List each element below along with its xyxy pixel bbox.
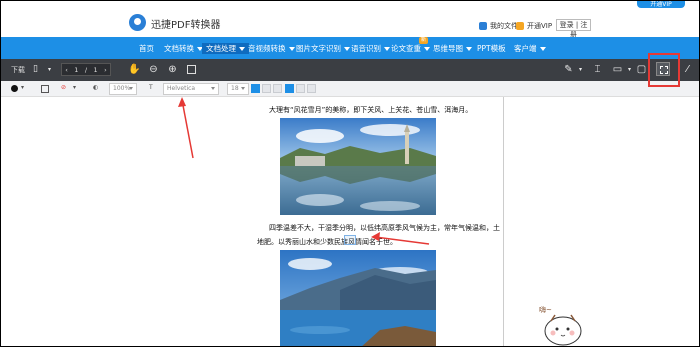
prev-page-icon[interactable]: ‹ <box>65 66 68 74</box>
align-left-button[interactable] <box>251 84 260 93</box>
font-size-value: 18 <box>231 85 239 92</box>
nav-item-speech[interactable]: 语音识别 <box>351 43 390 54</box>
nav-label: 客户端 <box>514 44 537 53</box>
zoom-out-icon[interactable]: ⊖ <box>147 63 160 76</box>
vip-corner-button[interactable]: 开通VIP <box>637 1 685 8</box>
align-center-button[interactable] <box>262 84 271 93</box>
page-current[interactable]: 1 <box>74 66 78 74</box>
font-family-select[interactable]: Helvetica <box>163 83 219 95</box>
chevron-down-icon <box>288 47 295 51</box>
nav-label: 首页 <box>139 44 154 53</box>
download-button[interactable]: 下载 <box>11 64 25 76</box>
font-family-value: Helvetica <box>167 85 196 92</box>
zoom-value: 100% <box>113 85 131 92</box>
chevron-down-icon <box>384 47 390 51</box>
chevron-down-icon <box>129 87 133 90</box>
zoom-select[interactable]: 100% <box>109 83 137 95</box>
chevron-down-icon <box>239 47 245 51</box>
sidebar-toggle-icon[interactable]: ▯ <box>29 63 42 76</box>
nav-item-av-convert[interactable]: 音视频转换 <box>248 43 295 54</box>
nav-label: 文档处理 <box>206 44 236 53</box>
text-selection-box[interactable] <box>344 235 356 245</box>
nav-item-client[interactable]: 客户端 <box>514 43 546 54</box>
photo-lake-island-image <box>280 250 436 346</box>
main-nav: 首页 文档转换 文档处理 音视频转换 图片文字识别 语音识别 论文查重 思维导图… <box>1 37 699 59</box>
login-register-button[interactable]: 登录 | 注册 <box>556 19 591 39</box>
vip-label: 开通VIP <box>527 22 553 30</box>
comment-icon[interactable]: ▢ <box>635 63 648 76</box>
crown-icon <box>516 22 524 30</box>
format-bar <box>1 81 699 97</box>
opacity-icon[interactable]: ◐ <box>93 84 98 91</box>
font-size-select[interactable]: 18 <box>227 83 249 95</box>
nav-item-doc-process[interactable]: 文档处理 <box>202 43 249 54</box>
brand-name[interactable]: 迅捷PDF转换器 <box>151 16 220 31</box>
mascot-text: 嗨~ <box>539 306 552 314</box>
file-icon <box>479 22 487 30</box>
fit-page-icon[interactable] <box>187 65 196 74</box>
doc-line-1[interactable]: 大理有“风花雪月”的美称，即下关风、上关花、苍山雪、洱海月。 <box>269 105 472 115</box>
brand-bar: 迅捷PDF转换器 开通VIP 我的文件 开通VIP 登录 | 注册 <box>1 1 699 39</box>
annotation-highlight-box <box>648 53 680 87</box>
chevron-down-icon[interactable]: ▾ <box>43 63 56 76</box>
valign-middle-button[interactable] <box>296 84 305 93</box>
nav-item-mindmap[interactable]: 思维导图 <box>433 43 472 54</box>
chevron-down-icon <box>466 47 472 51</box>
nav-item-plagiarism[interactable]: 论文查重 <box>391 43 430 54</box>
next-page-icon[interactable]: › <box>104 66 107 74</box>
vip-link[interactable]: 开通VIP <box>516 21 552 31</box>
chevron-down-icon <box>424 47 430 51</box>
nav-label: 论文查重 <box>391 44 421 53</box>
photo-lake-pagoda-image <box>280 118 436 215</box>
new-badge: 新 <box>419 37 428 44</box>
my-files-label: 我的文件 <box>490 22 518 30</box>
chevron-down-icon <box>241 87 245 90</box>
zoom-in-icon[interactable]: ⊕ <box>166 63 179 76</box>
valign-top-button[interactable] <box>285 84 294 93</box>
nav-item-ppt[interactable]: PPT模板 <box>477 43 506 54</box>
nav-item-doc-convert[interactable]: 文档转换 <box>164 43 203 54</box>
chevron-down-icon <box>211 87 215 90</box>
pencil-icon[interactable]: ⁄ <box>681 63 694 76</box>
panel-divider <box>503 97 504 346</box>
mascot-illustration[interactable]: 嗨~ <box>537 297 587 346</box>
my-files-link[interactable]: 我的文件 <box>479 21 518 31</box>
photo-lake-pagoda[interactable] <box>280 118 436 215</box>
logo-icon[interactable] <box>129 14 146 31</box>
no-fill-icon[interactable]: ⊘ <box>61 84 66 91</box>
doc-line-2[interactable]: 四季温差不大，干湿季分明，以低纬高原季风气候为主，常年气候温和，土 <box>269 223 500 233</box>
text-color-swatch[interactable] <box>11 85 18 92</box>
chevron-down-icon[interactable]: ▾ <box>21 84 24 91</box>
photo-lake-island[interactable] <box>280 250 436 346</box>
page-total: 1 <box>93 65 98 74</box>
chevron-down-icon <box>344 47 350 51</box>
page-navigator[interactable]: ‹ 1 / 1 › <box>61 63 111 76</box>
align-right-button[interactable] <box>273 84 282 93</box>
nav-item-home[interactable]: 首页 <box>139 43 154 54</box>
hand-tool-icon[interactable]: ✋ <box>128 63 141 76</box>
border-icon[interactable] <box>41 85 49 93</box>
valign-bottom-button[interactable] <box>307 84 316 93</box>
chevron-down-icon[interactable]: ▾ <box>574 63 587 76</box>
nav-label: 音视频转换 <box>248 44 286 53</box>
page-separator: / <box>84 65 88 74</box>
nav-label: 思维导图 <box>433 44 463 53</box>
text-edit-icon[interactable]: ⌶ <box>591 63 604 76</box>
doc-line-3[interactable]: 地肥。以秀丽山水和少数民族风情闻名于世。 <box>257 237 397 247</box>
chevron-down-icon[interactable]: ▾ <box>73 84 76 91</box>
font-icon: T <box>149 84 153 91</box>
app-window: 迅捷PDF转换器 开通VIP 我的文件 开通VIP 登录 | 注册 首页 文档转… <box>0 0 700 347</box>
nav-label: 文档转换 <box>164 44 194 53</box>
nav-item-ocr[interactable]: 图片文字识别 <box>296 43 350 54</box>
nav-label: 语音识别 <box>351 44 381 53</box>
chevron-down-icon <box>539 47 546 51</box>
nav-label: 图片文字识别 <box>296 44 341 53</box>
nav-label: PPT模板 <box>477 44 506 53</box>
